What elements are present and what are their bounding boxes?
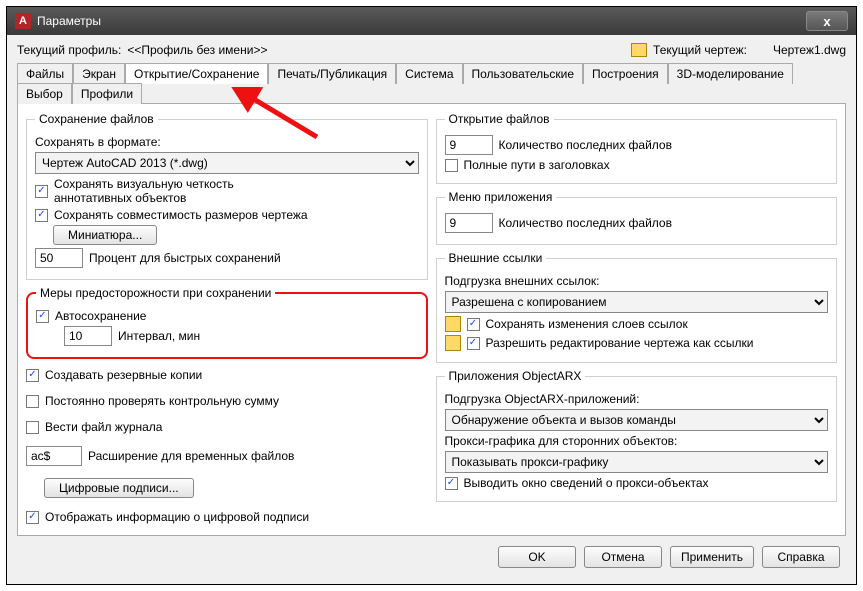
dwg-icon <box>445 335 461 351</box>
save-layers-label: Сохранять изменения слоев ссылок <box>486 317 688 331</box>
appmenu-recent-input[interactable] <box>445 213 493 233</box>
tab-4[interactable]: Система <box>396 63 462 84</box>
tab-bar: ФайлыЭкранОткрытие/СохранениеПечать/Публ… <box>17 63 846 104</box>
ext-label: Расширение для временных файлов <box>88 449 294 463</box>
proxy-select[interactable]: Показывать прокси-графику <box>445 451 829 473</box>
profile-row: Текущий профиль: <<Профиль без имени>> Т… <box>17 43 846 57</box>
signatures-button[interactable]: Цифровые подписи... <box>44 478 194 498</box>
app-logo-icon: A <box>15 13 31 29</box>
appmenu-recent-label: Количество последних файлов <box>499 216 672 230</box>
open-files-group: Открытие файлов Количество последних фай… <box>436 112 838 184</box>
ext-input[interactable] <box>26 446 82 466</box>
save-layers-checkbox[interactable]: ✓ <box>467 318 480 331</box>
profile-label: Текущий профиль: <box>17 43 121 57</box>
save-as-label: Сохранять в формате: <box>35 135 161 149</box>
log-label: Вести файл журнала <box>45 420 162 434</box>
show-sig-checkbox[interactable]: ✓ <box>26 511 39 524</box>
percent-label: Процент для быстрых сохранений <box>89 251 281 265</box>
tab-2[interactable]: Открытие/Сохранение <box>125 63 268 84</box>
precautions-legend: Меры предосторожности при сохранении <box>36 286 275 300</box>
apply-button[interactable]: Применить <box>670 546 754 568</box>
xrefs-group: Внешние ссылки Подгрузка внешних ссылок:… <box>436 251 838 363</box>
dialog-footer: OK Отмена Применить Справка <box>17 536 846 574</box>
dialog-window: A Параметры x Текущий профиль: <<Профиль… <box>6 6 857 585</box>
help-button[interactable]: Справка <box>762 546 840 568</box>
profile-value: <<Профиль без имени>> <box>127 43 267 57</box>
tab-0[interactable]: Файлы <box>17 63 73 84</box>
xrefs-legend: Внешние ссылки <box>445 251 547 265</box>
open-recent-input[interactable] <box>445 135 493 155</box>
arx-legend: Приложения ObjectARX <box>445 369 586 383</box>
open-recent-label: Количество последних файлов <box>499 138 672 152</box>
allow-edit-label: Разрешить редактирование чертежа как ссы… <box>486 336 754 350</box>
xrefs-load-select[interactable]: Разрешена с копированием <box>445 291 829 313</box>
fullpath-checkbox[interactable] <box>445 159 458 172</box>
tab-1[interactable]: Экран <box>73 63 125 84</box>
tab-6[interactable]: Построения <box>583 63 668 84</box>
keep-compat-checkbox[interactable]: ✓ <box>35 209 48 222</box>
percent-input[interactable] <box>35 248 83 268</box>
open-files-legend: Открытие файлов <box>445 112 554 126</box>
show-proxy-checkbox[interactable]: ✓ <box>445 477 458 490</box>
checksum-checkbox[interactable] <box>26 395 39 408</box>
autosave-checkbox[interactable]: ✓ <box>36 310 49 323</box>
autosave-label: Автосохранение <box>55 309 146 323</box>
miniature-button[interactable]: Миниатюра... <box>53 225 157 245</box>
cancel-button[interactable]: Отмена <box>584 546 662 568</box>
ok-button[interactable]: OK <box>498 546 576 568</box>
arx-load-label: Подгрузка ObjectARX-приложений: <box>445 392 640 406</box>
keep-visual-checkbox[interactable]: ✓ <box>35 185 48 198</box>
appmenu-legend: Меню приложения <box>445 190 557 204</box>
tab-9[interactable]: Профили <box>72 83 142 104</box>
window-title: Параметры <box>37 14 806 28</box>
log-checkbox[interactable] <box>26 421 39 434</box>
keep-visual-label: Сохранять визуальную четкость аннотативн… <box>54 177 314 205</box>
xrefs-load-label: Подгрузка внешних ссылок: <box>445 274 600 288</box>
close-button[interactable]: x <box>806 11 848 31</box>
tab-8[interactable]: Выбор <box>17 83 72 104</box>
tab-panel: Сохранение файлов Сохранять в формате: Ч… <box>17 104 846 536</box>
backup-checkbox[interactable]: ✓ <box>26 369 39 382</box>
titlebar: A Параметры x <box>7 7 856 35</box>
appmenu-group: Меню приложения Количество последних фай… <box>436 190 838 245</box>
current-drawing-value: Чертеж1.dwg <box>773 43 846 57</box>
allow-edit-checkbox[interactable]: ✓ <box>467 337 480 350</box>
interval-input[interactable] <box>64 326 112 346</box>
fullpath-label: Полные пути в заголовках <box>464 158 610 172</box>
save-files-legend: Сохранение файлов <box>35 112 158 126</box>
checksum-label: Постоянно проверять контрольную сумму <box>45 394 279 408</box>
precautions-group: Меры предосторожности при сохранении ✓ А… <box>26 286 428 359</box>
arx-group: Приложения ObjectARX Подгрузка ObjectARX… <box>436 369 838 502</box>
proxy-label: Прокси-графика для сторонних объектов: <box>445 434 678 448</box>
tab-5[interactable]: Пользовательские <box>463 63 584 84</box>
format-select[interactable]: Чертеж AutoCAD 2013 (*.dwg) <box>35 152 419 174</box>
dwg-icon <box>445 316 461 332</box>
show-sig-label: Отображать информацию о цифровой подписи <box>45 510 309 524</box>
arx-load-select[interactable]: Обнаружение объекта и вызов команды <box>445 409 829 431</box>
tab-7[interactable]: 3D-моделирование <box>668 63 793 84</box>
drawing-icon <box>631 43 647 57</box>
current-drawing-label: Текущий чертеж: <box>653 43 747 57</box>
show-proxy-label: Выводить окно сведений о прокси-объектах <box>464 476 709 490</box>
interval-label: Интервал, мин <box>118 329 200 343</box>
save-files-group: Сохранение файлов Сохранять в формате: Ч… <box>26 112 428 280</box>
keep-compat-label: Сохранять совместимость размеров чертежа <box>54 208 308 222</box>
tab-3[interactable]: Печать/Публикация <box>268 63 396 84</box>
backup-label: Создавать резервные копии <box>45 368 202 382</box>
